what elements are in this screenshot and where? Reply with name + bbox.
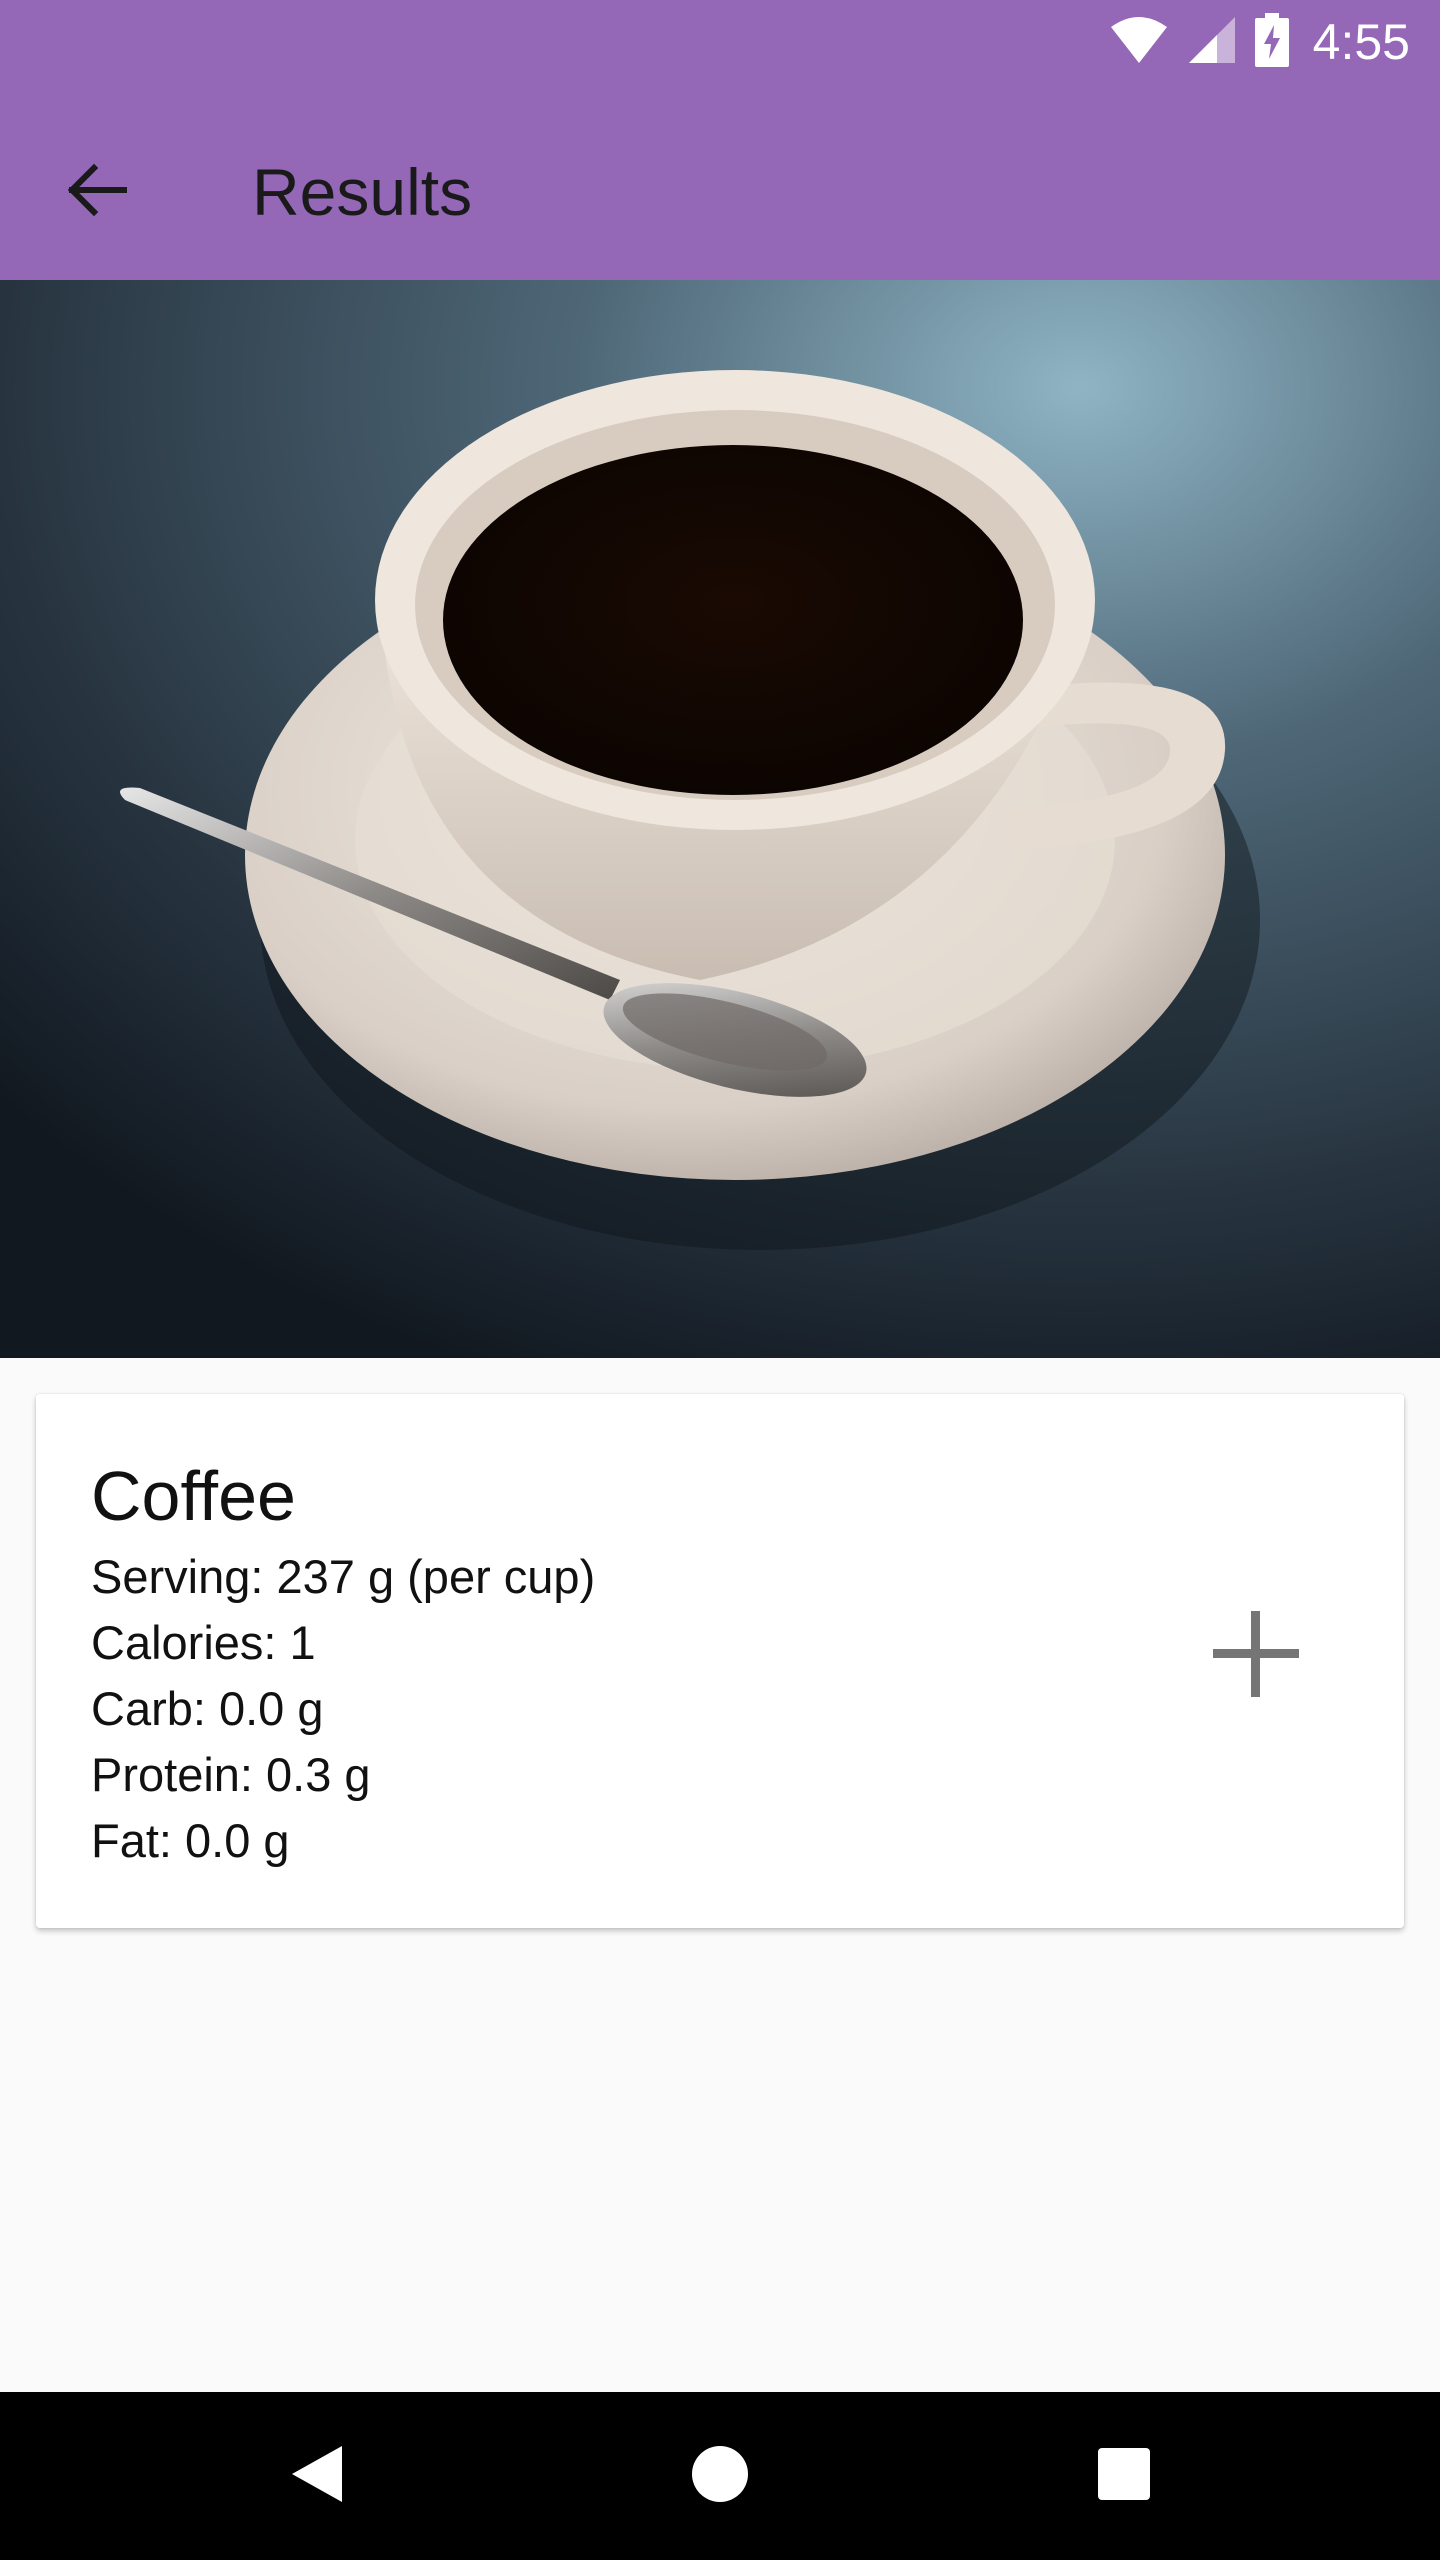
arrow-back-icon [64,158,128,227]
protein-text: Protein: 0.3 g [91,1748,371,1801]
status-bar: 4:55 [0,0,1440,84]
nav-recents-icon [1096,2446,1152,2507]
nav-bar [0,2392,1440,2560]
nav-home-button[interactable] [670,2426,770,2526]
serving-text: Serving: 237 g (per cup) [91,1550,596,1603]
nav-back-button[interactable] [266,2426,366,2526]
back-button[interactable] [40,136,152,248]
food-name: Coffee [91,1457,296,1535]
status-time: 4:55 [1312,14,1410,70]
nav-home-icon [690,2444,750,2509]
calories-text: Calories: 1 [91,1616,316,1669]
carb-text: Carb: 0.0 g [91,1682,324,1735]
fat-text: Fat: 0.0 g [91,1814,290,1867]
result-card[interactable]: Coffee Serving: 237 g (per cup) Calories… [36,1394,1404,1928]
nav-recents-button[interactable] [1074,2426,1174,2526]
plus-icon [1211,1609,1301,1704]
nav-back-icon [286,2442,346,2511]
coffee-cup-photo [0,280,1440,1358]
app-bar: Results [0,84,1440,280]
battery-charging-icon [1254,12,1289,72]
wifi-icon [1109,15,1169,70]
status-icons: 4:55 [1109,12,1410,72]
page-title: Results [252,155,473,229]
add-button[interactable] [1196,1596,1316,1716]
nutrition-info: Serving: 237 g (per cup) Calories: 1 Car… [91,1544,595,1874]
cell-signal-icon [1187,15,1237,70]
